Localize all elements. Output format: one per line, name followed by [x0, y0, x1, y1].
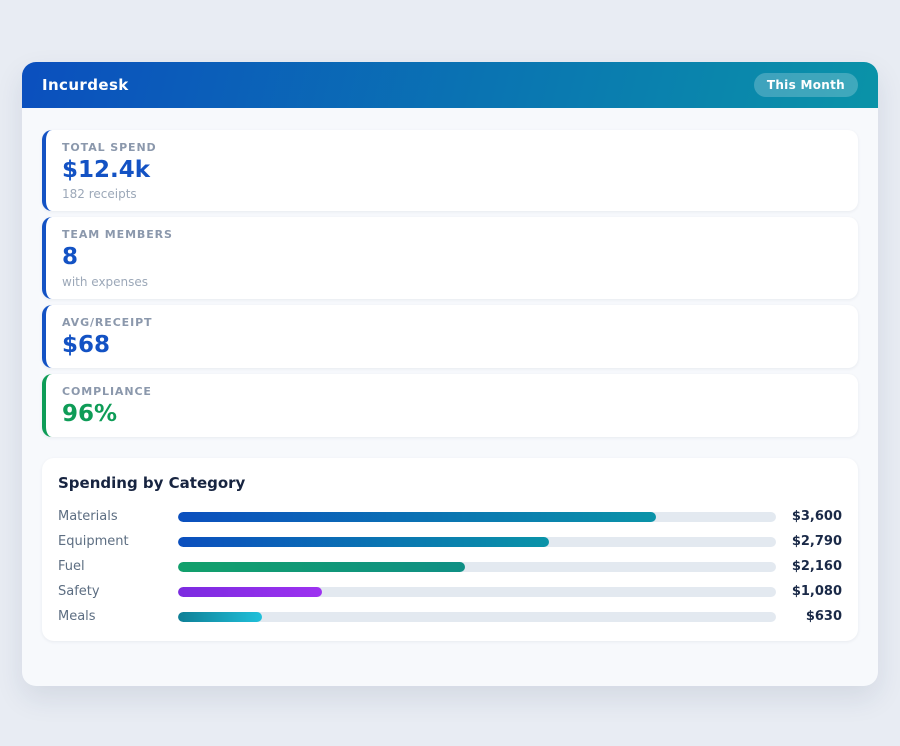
category-label: Meals: [58, 609, 96, 625]
bar-value-label: $2,790: [791, 534, 842, 550]
bar-track: [178, 586, 776, 597]
bar-value-label: $1,080: [791, 584, 842, 600]
bar-fill-equipment: [178, 536, 549, 547]
bar-fill-safety: [178, 586, 322, 597]
stat-subtext: with expenses: [62, 274, 149, 289]
stat-value: $12.4k: [62, 157, 151, 183]
chart-row-equipment: Equipment $2,790: [58, 529, 842, 554]
stat-label: COMPLIANCE: [62, 384, 152, 398]
stat-value: 8: [62, 244, 79, 271]
stat-value: $68: [62, 331, 111, 358]
bar-track: [178, 536, 776, 547]
chart-row-fuel: Fuel $2,160: [58, 554, 842, 579]
category-label: Materials: [58, 509, 118, 525]
stat-value: 96%: [62, 400, 118, 427]
category-label: Safety: [58, 584, 100, 600]
bar-track: [178, 611, 776, 622]
chart-row-safety: Safety $1,080: [58, 579, 842, 604]
stat-card-total-spend: TOTAL SPEND $12.4k 182 receipts: [42, 130, 858, 212]
spending-by-category-panel: Spending by Category Materials $3,600 Eq…: [42, 458, 858, 642]
app-title: Incurdesk: [42, 76, 129, 94]
app-header: Incurdesk This Month: [22, 62, 878, 108]
bar-fill-fuel: [178, 561, 466, 572]
chart-row-materials: Materials $3,600: [58, 504, 842, 529]
stat-subtext: 182 receipts: [62, 187, 137, 202]
stat-label: AVG/RECEIPT: [62, 315, 153, 329]
bar-value-label: $630: [805, 609, 842, 625]
stat-label: TEAM MEMBERS: [62, 228, 173, 242]
chart-title: Spending by Category: [58, 474, 246, 493]
bar-value-label: $3,600: [791, 509, 842, 525]
bar-value-label: $2,160: [791, 559, 842, 575]
dashboard-container: Incurdesk This Month TOTAL SPEND $12.4k …: [22, 62, 878, 686]
stats-section: TOTAL SPEND $12.4k 182 receipts TEAM MEM…: [22, 108, 878, 438]
bar-track: [178, 511, 776, 522]
category-label: Fuel: [58, 559, 85, 575]
stat-card-avg-receipt: AVG/RECEIPT $68: [42, 304, 858, 368]
chart-row-meals: Meals $630: [58, 604, 842, 629]
stat-card-compliance: COMPLIANCE 96%: [42, 373, 858, 438]
bar-fill-meals: [178, 611, 262, 622]
stat-card-team-members: TEAM MEMBERS 8 with expenses: [42, 217, 858, 299]
category-label: Equipment: [58, 534, 129, 550]
bar-track: [178, 561, 776, 572]
bar-fill-materials: [178, 511, 657, 522]
period-badge[interactable]: This Month: [753, 73, 858, 97]
stat-label: TOTAL SPEND: [62, 141, 157, 154]
